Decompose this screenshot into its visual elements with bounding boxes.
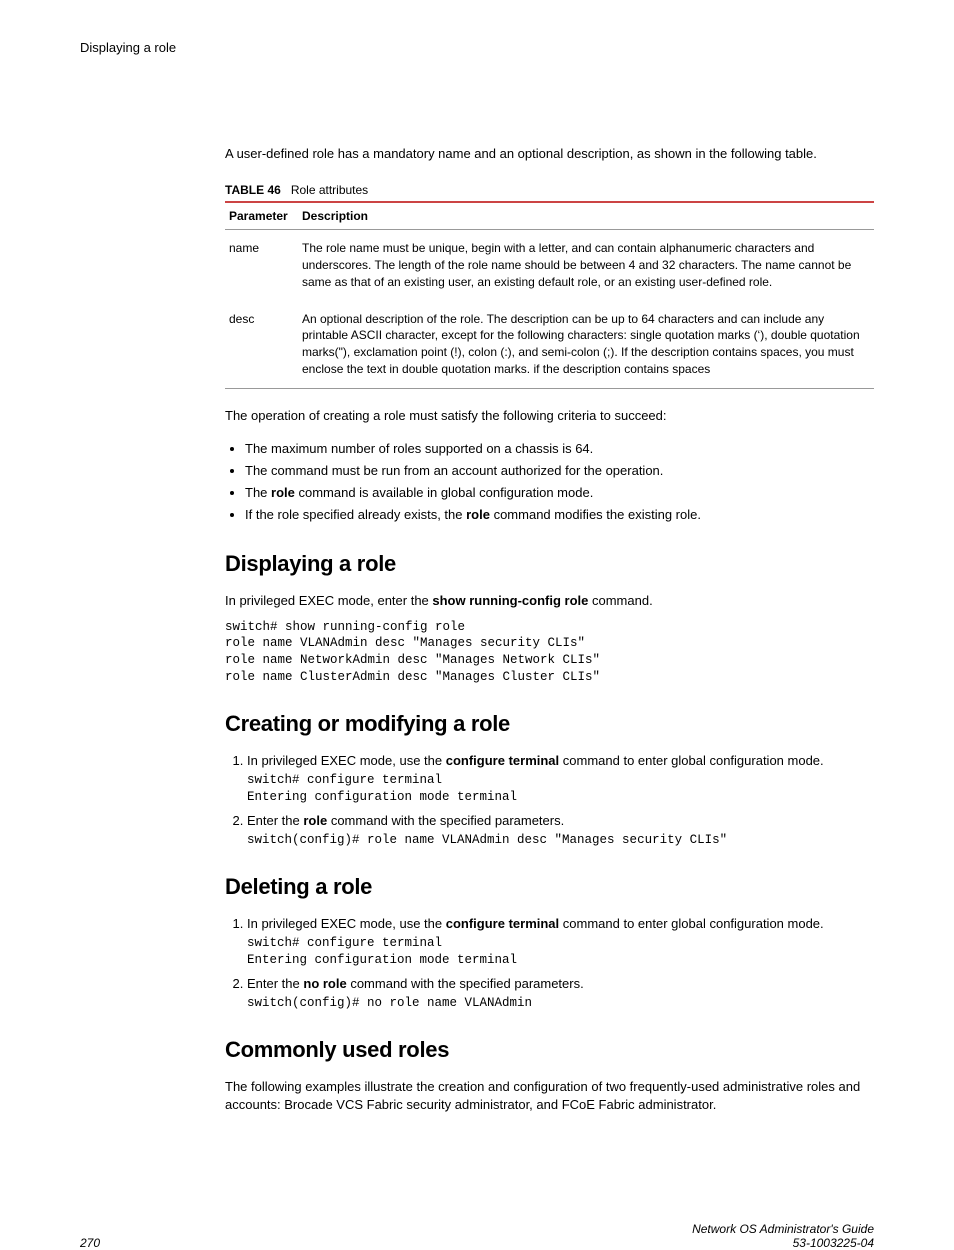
table-caption: TABLE 46 Role attributes	[225, 183, 874, 197]
table-title: Role attributes	[291, 183, 368, 197]
page-footer: 270 Network OS Administrator's Guide 53-…	[0, 1222, 954, 1250]
list-item: Enter the role command with the specifie…	[247, 812, 874, 849]
deleting-steps: In privileged EXEC mode, use the configu…	[225, 915, 874, 1012]
section-displaying-role: Displaying a role	[225, 551, 874, 577]
code-block: switch(config)# no role name VLANAdmin	[247, 995, 874, 1012]
code-block: switch# configure terminal Entering conf…	[247, 935, 874, 969]
code-block: switch(config)# role name VLANAdmin desc…	[247, 832, 874, 849]
list-item: The role command is available in global …	[245, 482, 874, 504]
table-row: name The role name must be unique, begin…	[225, 230, 874, 301]
desc-cell: An optional description of the role. The…	[298, 301, 874, 389]
list-item: In privileged EXEC mode, use the configu…	[247, 752, 874, 806]
col-header-parameter: Parameter	[225, 202, 298, 230]
desc-cell: The role name must be unique, begin with…	[298, 230, 874, 301]
criteria-intro: The operation of creating a role must sa…	[225, 407, 874, 425]
doc-number: 53-1003225-04	[692, 1236, 874, 1250]
code-block: switch# configure terminal Entering conf…	[247, 772, 874, 806]
page-header: Displaying a role	[80, 40, 874, 55]
displaying-intro: In privileged EXEC mode, enter the show …	[225, 592, 874, 610]
col-header-description: Description	[298, 202, 874, 230]
common-roles-text: The following examples illustrate the cr…	[225, 1078, 874, 1114]
section-common-roles: Commonly used roles	[225, 1037, 874, 1063]
list-item: In privileged EXEC mode, use the configu…	[247, 915, 874, 969]
table-row: desc An optional description of the role…	[225, 301, 874, 389]
criteria-list: The maximum number of roles supported on…	[225, 438, 874, 526]
list-item: If the role specified already exists, th…	[245, 504, 874, 526]
guide-title: Network OS Administrator's Guide	[692, 1222, 874, 1236]
intro-paragraph: A user-defined role has a mandatory name…	[225, 145, 874, 163]
list-item: Enter the no role command with the speci…	[247, 975, 874, 1012]
param-cell: name	[225, 230, 298, 301]
table-label: TABLE 46	[225, 183, 281, 197]
section-deleting-role: Deleting a role	[225, 874, 874, 900]
code-block: switch# show running-config role role na…	[225, 619, 874, 687]
list-item: The maximum number of roles supported on…	[245, 438, 874, 460]
list-item: The command must be run from an account …	[245, 460, 874, 482]
param-cell: desc	[225, 301, 298, 389]
section-creating-role: Creating or modifying a role	[225, 711, 874, 737]
role-attributes-table: Parameter Description name The role name…	[225, 201, 874, 389]
creating-steps: In privileged EXEC mode, use the configu…	[225, 752, 874, 849]
page-number: 270	[80, 1236, 100, 1250]
